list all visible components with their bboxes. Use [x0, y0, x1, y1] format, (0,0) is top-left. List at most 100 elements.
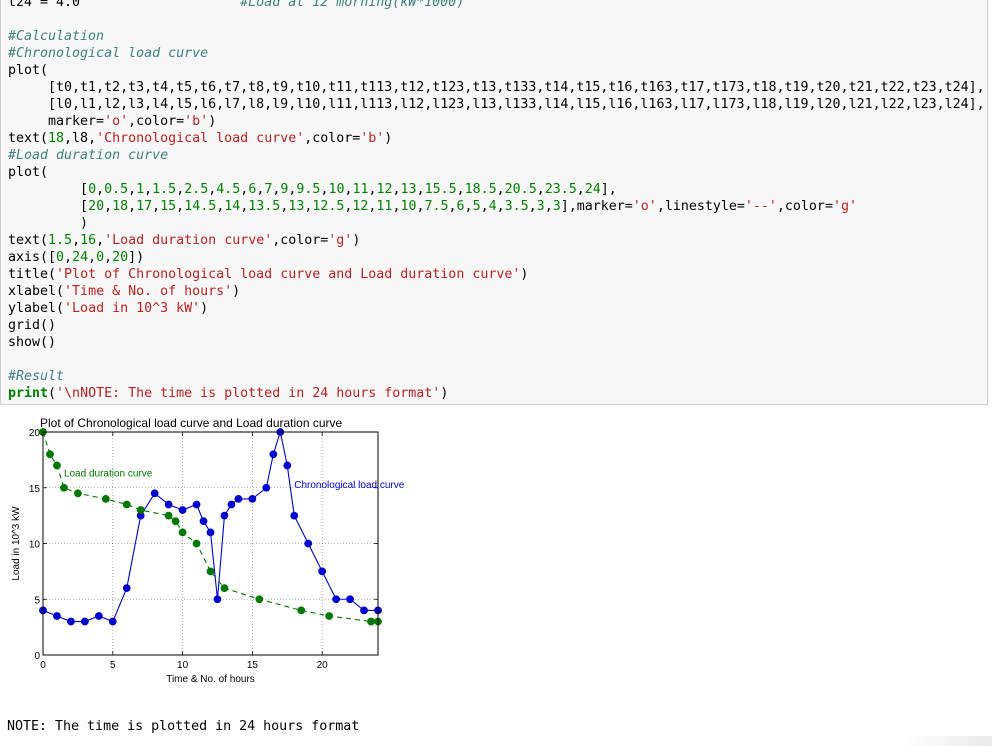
code-token: #Load at 12 morning(kW*1000) [80, 0, 465, 10]
data-point-chronological [53, 612, 61, 620]
code-token: 14 [224, 199, 241, 214]
code-token: ,linestyle= [656, 199, 745, 214]
data-point-chronological [248, 495, 257, 503]
code-token: 0 [56, 250, 65, 265]
code-token: , [104, 199, 113, 214]
data-point-duration [255, 595, 264, 604]
data-point-chronological [304, 539, 313, 548]
code-line: xlabel('Time & No. of hours') [8, 283, 985, 300]
data-point-chronological [122, 584, 131, 593]
code-token: 14.5 [184, 199, 217, 214]
code-token: , [464, 199, 473, 214]
code-token: text( [8, 233, 49, 248]
code-token: '--' [744, 199, 777, 214]
data-point-chronological [269, 450, 278, 459]
code-token: 9.5 [296, 182, 321, 197]
code-line: #Load duration curve [8, 147, 985, 164]
y-tick-label: 0 [34, 651, 40, 662]
x-tick-label: 20 [317, 660, 329, 671]
x-axis-label: Time & No. of hours [166, 674, 255, 685]
data-point-chronological [192, 500, 201, 509]
code-token: , [176, 199, 185, 214]
y-tick-label: 15 [29, 484, 41, 495]
code-token: , [72, 233, 81, 248]
code-token: 'b' [184, 114, 209, 129]
code-token: 3 [536, 199, 545, 214]
code-token: 4.5 [216, 182, 241, 197]
data-point-duration [297, 606, 306, 615]
data-point-chronological [234, 495, 243, 503]
code-token: 1.5 [152, 182, 177, 197]
code-token: , [104, 250, 113, 265]
code-token: 3 [552, 199, 561, 214]
code-token: ) [352, 233, 361, 248]
code-token: 'g' [832, 199, 857, 214]
y-tick-label: 5 [34, 595, 40, 606]
code-token: , [128, 199, 137, 214]
code-token: ]) [128, 250, 145, 265]
x-tick-label: 5 [110, 660, 116, 671]
code-token: #Calculation [8, 29, 105, 44]
data-point-duration [136, 506, 145, 514]
code-token: 7.5 [424, 199, 449, 214]
data-point-chronological [94, 612, 103, 620]
code-token: , [496, 199, 505, 214]
code-token: #Load duration curve [8, 148, 169, 163]
code-line: plot( [8, 164, 985, 181]
code-line: #Result [8, 368, 985, 385]
code-token: , [576, 182, 585, 197]
code-token: [l0,l1,l2,l3,l4,l5,l6,l7,l8,l9,l10,l11,l… [8, 97, 985, 112]
code-token: 2.5 [184, 182, 209, 197]
y-axis-label: Load in 10^3 kW [11, 506, 22, 581]
code-cell[interactable]: t24 = 4.0 #Load at 12 morning(kW*1000)​#… [0, 0, 988, 405]
code-line: marker='o',color='b') [8, 113, 985, 130]
code-token: 13 [288, 199, 305, 214]
code-token: 'Time & No. of hours' [64, 284, 233, 299]
code-token: ,color= [272, 233, 329, 248]
code-token: 20 [112, 250, 129, 265]
code-token: 15.5 [424, 182, 457, 197]
data-point-duration [46, 450, 54, 459]
data-point-duration [171, 517, 180, 526]
code-line: [l0,l1,l2,l3,l4,l5,l6,l7,l8,l9,l10,l11,l… [8, 96, 985, 113]
code-line: #Calculation [8, 28, 985, 45]
code-token: 17 [136, 199, 153, 214]
annotation-label: Chronological load curve [294, 480, 405, 491]
data-point-chronological [67, 617, 75, 626]
data-point-duration [164, 511, 173, 520]
code-line: ylabel('Load in 10^3 kW') [8, 300, 985, 317]
code-token: , [480, 199, 489, 214]
code-token: 13.5 [248, 199, 281, 214]
data-point-duration [73, 489, 82, 498]
code-token: [t0,t1,t2,t3,t4,t5,t6,t7,t8,t9,t10,t11,t… [8, 80, 985, 95]
code-token: , [544, 199, 553, 214]
code-token: , [144, 182, 153, 197]
data-point-duration [192, 539, 201, 548]
code-token: 'Load in 10^3 kW' [64, 301, 201, 316]
code-token: #Result [8, 369, 65, 384]
code-token: '\nNOTE: The time is plotted in 24 hours… [56, 386, 441, 401]
data-point-chronological [346, 595, 354, 604]
code-token: , [64, 250, 73, 265]
code-token: ], [600, 182, 617, 197]
data-point-duration [53, 461, 61, 470]
output-note: NOTE: The time is plotted in 24 hours fo… [7, 719, 360, 734]
code-token: 'Chronological load curve' [96, 131, 305, 146]
code-line: t24 = 4.0 #Load at 12 morning(kW*1000) [8, 0, 985, 11]
data-point-chronological [108, 617, 117, 626]
code-line: show() [8, 334, 985, 351]
code-token: ylabel( [8, 301, 65, 316]
code-token: , [448, 199, 457, 214]
code-token: text( [8, 131, 49, 146]
code-token: xlabel( [8, 284, 65, 299]
code-token: , [456, 182, 465, 197]
code-editor[interactable]: t24 = 4.0 #Load at 12 morning(kW*1000)​#… [8, 0, 985, 402]
data-point-chronological [80, 617, 89, 626]
x-tick-label: 10 [177, 660, 189, 671]
code-line: #Chronological load curve [8, 45, 985, 62]
code-token: marker= [8, 114, 105, 129]
code-token: 15 [160, 199, 177, 214]
code-token: 23.5 [544, 182, 577, 197]
code-token: grid() [8, 318, 57, 333]
code-token: ,color= [128, 114, 185, 129]
